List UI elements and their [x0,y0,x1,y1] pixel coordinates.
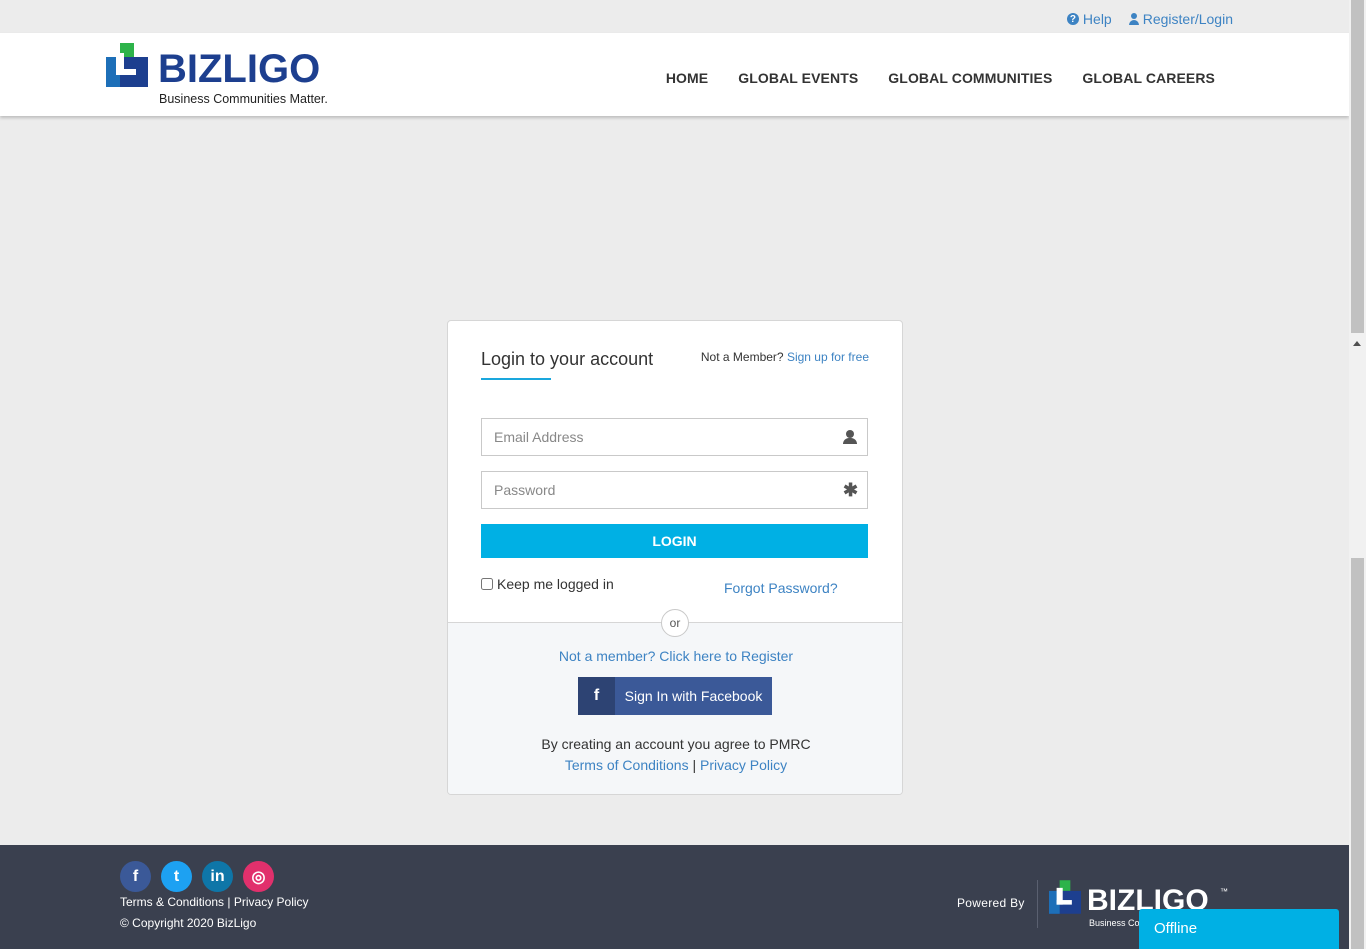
login-title: Login to your account [481,349,654,369]
utility-links: ? Help Register/Login [1066,11,1233,27]
login-button[interactable]: LOGIN [481,524,868,558]
logo-wordmark: BIZLIGO [158,47,321,91]
powered-by: Powered By [957,896,1025,910]
scrollbar-thumb[interactable] [1351,558,1364,949]
keep-logged-in[interactable]: Keep me logged in [481,576,614,592]
footer-logo-mark [1049,880,1081,914]
footer-terms-link[interactable]: Terms & Conditions [120,895,224,909]
signup-link[interactable]: Sign up for free [787,350,869,364]
chat-status: Offline [1154,920,1198,937]
register-link[interactable]: Not a member? Click here to Register [448,648,902,664]
user-icon [1128,13,1139,25]
footer-privacy-link[interactable]: Privacy Policy [234,895,309,909]
nav-global-events[interactable]: GLOBAL EVENTS [738,70,858,86]
password-input[interactable] [482,472,867,508]
social-links: f t in ◎ [120,861,274,892]
footer-links: Terms & Conditions | Privacy Policy [120,895,309,909]
keep-logged-in-checkbox[interactable] [481,578,493,590]
terms-link[interactable]: Terms of Conditions [565,757,689,773]
password-field[interactable]: ✱ [481,471,868,509]
nav-global-communities[interactable]: GLOBAL COMMUNITIES [888,70,1052,86]
bizligo-logo-mark [106,43,148,87]
member-prompt-text: Not a Member? [700,350,784,364]
help-label: Help [1082,11,1112,27]
agreement-line: By creating an account you agree to PMRC [541,736,811,752]
help-link[interactable]: ? Help [1066,11,1112,27]
or-divider: or [661,609,689,637]
facebook-signin-button[interactable]: f Sign In with Facebook [578,677,772,715]
nav-global-careers[interactable]: GLOBAL CAREERS [1082,70,1215,86]
nav-home[interactable]: HOME [666,70,708,86]
main-nav: HOME GLOBAL EVENTS GLOBAL COMMUNITIES GL… [666,70,1215,86]
logo-tagline: Business Communities Matter. [159,92,328,106]
twitter-icon[interactable]: t [161,861,192,892]
member-prompt: Not a Member? Sign up for free [701,350,869,364]
page-scrollbar[interactable] [1349,0,1366,949]
agreement-text: By creating an account you agree to PMRC… [448,734,902,776]
facebook-icon[interactable]: f [120,861,151,892]
copyright: © Copyright 2020 BizLigo [120,916,257,930]
question-circle-icon: ? [1066,13,1079,25]
instagram-icon[interactable]: ◎ [243,861,274,892]
chat-widget[interactable]: Offline [1139,909,1339,949]
agreement-separator: | [692,757,697,773]
login-card: Login to your account Not a Member? Sign… [447,320,903,795]
footer-separator: | [227,895,231,909]
facebook-icon: f [578,677,615,715]
privacy-link[interactable]: Privacy Policy [700,757,787,773]
footer-logo-tm: ™ [1220,887,1228,896]
scrollbar-track-upper [1351,0,1364,333]
site-header: BIZLIGO Business Communities Matter. HOM… [0,33,1349,116]
agreement-links: Terms of Conditions | Privacy Policy [448,755,902,776]
footer-divider [1037,880,1038,928]
scroll-up-arrow-icon[interactable] [1353,341,1361,346]
email-field[interactable] [481,418,868,456]
forgot-password-link[interactable]: Forgot Password? [724,580,838,596]
facebook-signin-label: Sign In with Facebook [624,688,763,704]
bizligo-logo[interactable]: BIZLIGO Business Communities Matter. [106,43,346,107]
register-login-label: Register/Login [1142,11,1233,27]
top-utility-bar: ? Help Register/Login [0,0,1349,33]
user-icon [843,430,857,444]
email-input[interactable] [482,419,867,455]
keep-logged-in-label: Keep me logged in [497,576,614,592]
linkedin-icon[interactable]: in [202,861,233,892]
register-login-link[interactable]: Register/Login [1128,11,1233,27]
title-underline [481,378,551,380]
asterisk-icon: ✱ [843,480,859,500]
